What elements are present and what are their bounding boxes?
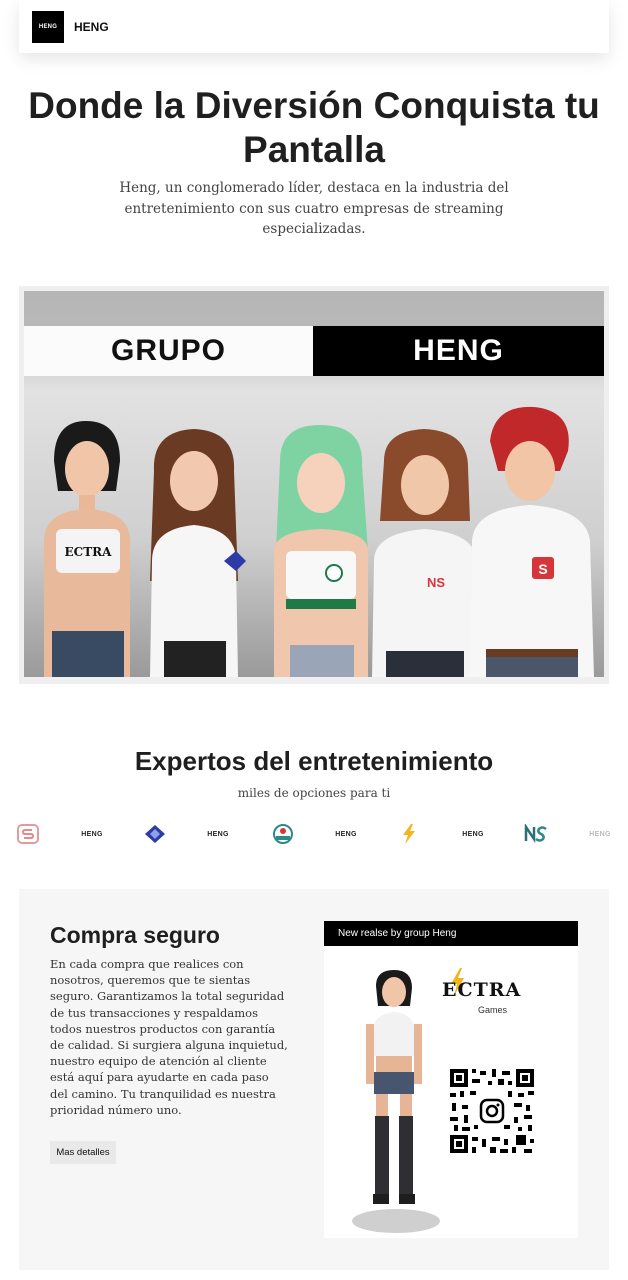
promo-brand-sub: Games — [478, 1005, 508, 1015]
character-1: ECTRA — [44, 421, 130, 677]
ns-brand-icon[interactable] — [522, 820, 550, 848]
site-logo[interactable]: HENG — [32, 10, 64, 43]
banner-image: GRUPO HENG ECTRA NS S — [24, 291, 604, 677]
svg-text:S: S — [538, 561, 547, 577]
secure-title: Compra seguro — [50, 922, 220, 948]
banner-left-word: GRUPO — [24, 326, 313, 376]
character-4: NS — [372, 429, 478, 677]
qr-code[interactable] — [448, 1067, 536, 1155]
character-5: S — [470, 406, 594, 677]
experts-title: Expertos del entretenimiento — [134, 746, 494, 776]
hero-title: Donde la Diversión Conquista tu Pantalla — [28, 85, 600, 170]
promo-card[interactable]: New realse by group Heng ECTRA Games — [324, 921, 578, 1238]
brand-name[interactable]: HENG — [74, 20, 109, 34]
shirt-logo-text: ECTRA — [65, 545, 113, 559]
heng-logo-text[interactable]: HENG — [328, 820, 364, 848]
banner-right-word: HENG — [313, 326, 604, 376]
site-header: HENG HENG — [19, 0, 609, 53]
s-brand-icon[interactable] — [14, 820, 42, 848]
promo-brand: ECTRA — [442, 979, 522, 1001]
group-banner: GRUPO HENG ECTRA NS S — [19, 286, 609, 684]
hero-subtitle: Heng, un conglomerado líder, destaca en … — [119, 180, 509, 237]
circle-badge-brand-icon[interactable] — [268, 820, 298, 848]
characters-illustration: ECTRA NS S — [44, 406, 594, 677]
secure-body: En cada compra que realices con nosotros… — [50, 957, 288, 1117]
heng-logo-text[interactable]: HENG — [200, 820, 236, 848]
brand-logo-strip: HENG HENG HENG HENG HENG — [0, 820, 628, 850]
heng-logo-text[interactable]: HENG — [455, 820, 491, 848]
lightning-brand-icon[interactable] — [396, 820, 422, 848]
promo-character-illustration — [352, 970, 440, 1233]
more-details-button[interactable]: Mas detalles — [50, 1141, 116, 1164]
secure-purchase-section: Compra seguro En cada compra que realice… — [19, 889, 609, 1270]
character-2 — [150, 429, 246, 677]
character-3 — [274, 425, 368, 677]
svg-text:NS: NS — [427, 575, 445, 590]
heng-logo-text-faded[interactable]: HENG — [582, 820, 618, 848]
experts-subtitle: miles de opciones para ti — [237, 786, 391, 800]
promo-header: New realse by group Heng — [324, 921, 578, 946]
diamond-brand-icon[interactable] — [140, 820, 170, 848]
heng-logo-text[interactable]: HENG — [74, 820, 110, 848]
